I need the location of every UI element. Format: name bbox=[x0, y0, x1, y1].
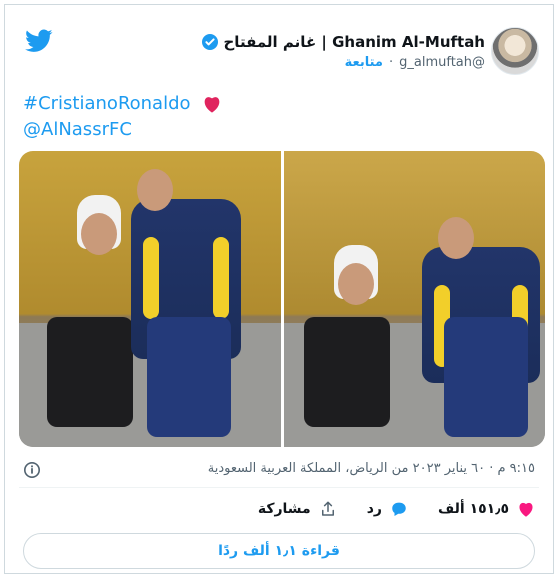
person-pants bbox=[147, 317, 231, 437]
verified-icon bbox=[201, 34, 218, 50]
avatar[interactable] bbox=[491, 27, 539, 75]
handle[interactable]: @g_almuftah bbox=[399, 55, 485, 70]
person-face bbox=[81, 213, 117, 255]
person-pants bbox=[443, 317, 528, 437]
divider bbox=[19, 487, 539, 488]
author-name-row[interactable]: Ghanim Al-Muftah | غانم المفتاح bbox=[201, 33, 486, 51]
heart-icon bbox=[204, 97, 220, 113]
heart-icon[interactable] bbox=[517, 501, 535, 517]
reply-label: رد bbox=[366, 501, 382, 517]
read-replies-button[interactable]: قراءة ١٫١ ألف ردًا bbox=[23, 533, 535, 569]
tweet-actions: ١٥١٫٥ ألف رد مشاركة bbox=[23, 495, 535, 523]
handle-row: @g_almuftah · متابعة bbox=[345, 55, 485, 70]
photo-1[interactable] bbox=[19, 151, 281, 447]
tweet-text: #CristianoRonaldo @AlNassrFC bbox=[23, 91, 222, 143]
dot-separator: · bbox=[388, 55, 394, 70]
photo-grid[interactable] bbox=[19, 151, 545, 447]
person-face bbox=[437, 217, 474, 259]
person-face bbox=[137, 169, 173, 211]
read-replies-label: قراءة ١٫١ ألف ردًا bbox=[218, 543, 340, 559]
like-action[interactable]: ١٥١٫٥ ألف bbox=[438, 501, 535, 517]
reply-icon[interactable] bbox=[390, 501, 408, 517]
person-face bbox=[337, 263, 374, 305]
follow-button[interactable]: متابعة bbox=[345, 55, 383, 70]
photo-2[interactable] bbox=[283, 151, 545, 447]
share-icon[interactable] bbox=[319, 500, 337, 518]
timestamp[interactable]: ٩:١٥ م · ٦٠ يناير ٢٠٢٣ من الرياض، المملك… bbox=[208, 461, 535, 476]
hashtag-link[interactable]: #CristianoRonaldo bbox=[23, 93, 191, 114]
jacket-stripe bbox=[213, 237, 229, 319]
tweet-card: Ghanim Al-Muftah | غانم المفتاح @g_almuf… bbox=[4, 4, 554, 574]
reply-action[interactable]: رد bbox=[367, 501, 408, 517]
wheelchair bbox=[47, 317, 133, 427]
tweet-meta: ٩:١٥ م · ٦٠ يناير ٢٠٢٣ من الرياض، المملك… bbox=[23, 457, 535, 483]
wheelchair bbox=[303, 317, 390, 427]
jacket-stripe bbox=[143, 237, 159, 319]
mention-link[interactable]: @AlNassrFC bbox=[23, 117, 222, 143]
twitter-bird-icon[interactable] bbox=[25, 29, 53, 53]
share-action[interactable]: مشاركة bbox=[258, 500, 337, 518]
info-icon[interactable] bbox=[23, 461, 41, 479]
share-label: مشاركة bbox=[257, 501, 311, 517]
like-count: ١٥١٫٥ ألف bbox=[437, 501, 509, 517]
display-name[interactable]: Ghanim Al-Muftah | غانم المفتاح bbox=[224, 33, 486, 51]
